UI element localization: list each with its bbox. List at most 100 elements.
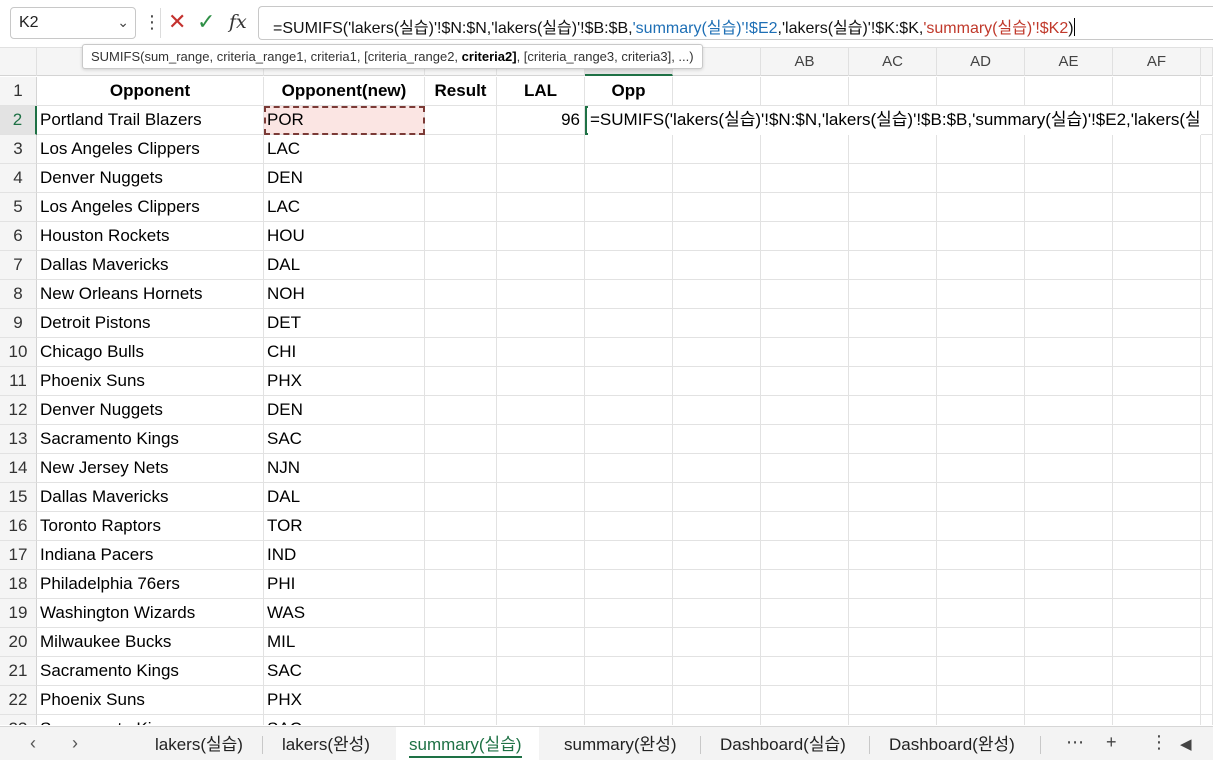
sheet-tab[interactable]: Dashboard(완성)	[889, 727, 1015, 760]
sheet-tab[interactable]: Dashboard(실습)	[720, 727, 846, 760]
cell-opponent[interactable]: Portland Trail Blazers	[37, 106, 264, 135]
cell-result[interactable]	[425, 396, 497, 425]
cell[interactable]	[761, 425, 849, 454]
cell-lal[interactable]	[497, 599, 585, 628]
cell-result[interactable]	[425, 686, 497, 715]
cell[interactable]	[1113, 280, 1201, 309]
column-header[interactable]	[1201, 48, 1213, 76]
cell[interactable]	[1113, 541, 1201, 570]
cell-opponent-new[interactable]: PHX	[264, 367, 425, 396]
cell[interactable]	[1201, 657, 1213, 686]
cell-result[interactable]	[425, 483, 497, 512]
row-number[interactable]: 7	[0, 251, 37, 280]
column-header-ae[interactable]: AE	[1025, 48, 1113, 76]
cell[interactable]	[849, 454, 937, 483]
cell-opp[interactable]	[585, 396, 673, 425]
cell-opponent-new[interactable]: NOH	[264, 280, 425, 309]
cell-opponent-new[interactable]: DEN	[264, 164, 425, 193]
cell[interactable]	[937, 483, 1025, 512]
cell[interactable]	[849, 599, 937, 628]
cell[interactable]	[1201, 193, 1213, 222]
cell[interactable]	[761, 135, 849, 164]
cell-opponent[interactable]: Sacramento Kings	[37, 657, 264, 686]
cell-opp[interactable]	[585, 425, 673, 454]
cell-result[interactable]	[425, 599, 497, 628]
cell[interactable]	[1201, 222, 1213, 251]
row-number[interactable]: 21	[0, 657, 37, 686]
row-number[interactable]: 1	[0, 77, 37, 106]
cell[interactable]	[1025, 309, 1113, 338]
cell-result[interactable]	[425, 628, 497, 657]
cell-lal[interactable]	[497, 715, 585, 725]
cell-opp[interactable]	[585, 193, 673, 222]
cell-opp[interactable]	[585, 309, 673, 338]
cell[interactable]	[1201, 454, 1213, 483]
header-result[interactable]: Result	[425, 77, 497, 106]
cell[interactable]	[1201, 396, 1213, 425]
add-sheet-icon[interactable]: +	[1106, 732, 1117, 753]
cell[interactable]	[1201, 164, 1213, 193]
cell-result[interactable]	[425, 193, 497, 222]
cell-lal[interactable]	[497, 425, 585, 454]
cell[interactable]	[849, 512, 937, 541]
cell[interactable]	[849, 425, 937, 454]
sheet-tab[interactable]: summary(완성)	[564, 727, 677, 760]
cell-result[interactable]	[425, 715, 497, 725]
cell[interactable]	[673, 338, 761, 367]
cell-opponent[interactable]: Toronto Raptors	[37, 512, 264, 541]
cell[interactable]	[849, 570, 937, 599]
cell-lal[interactable]	[497, 367, 585, 396]
cell-lal[interactable]	[497, 686, 585, 715]
cell-opp[interactable]	[585, 686, 673, 715]
sheet-tab[interactable]: lakers(실습)	[155, 727, 243, 760]
cell[interactable]	[1113, 628, 1201, 657]
cell[interactable]	[849, 541, 937, 570]
cell[interactable]	[1201, 106, 1213, 135]
cell-result[interactable]	[425, 135, 497, 164]
cell[interactable]	[849, 483, 937, 512]
cell-result[interactable]	[425, 251, 497, 280]
cell-opponent[interactable]: Chicago Bulls	[37, 338, 264, 367]
row-number[interactable]: 17	[0, 541, 37, 570]
cell-lal[interactable]	[497, 222, 585, 251]
cell[interactable]	[1113, 715, 1201, 725]
header-opp[interactable]: Opp	[585, 77, 673, 106]
cell[interactable]	[1113, 512, 1201, 541]
cell-opponent[interactable]: Dallas Mavericks	[37, 251, 264, 280]
cell-result[interactable]	[425, 106, 497, 135]
cell-result[interactable]	[425, 309, 497, 338]
cell-lal[interactable]	[497, 483, 585, 512]
cell[interactable]	[1201, 715, 1213, 725]
row-number[interactable]: 5	[0, 193, 37, 222]
cell-opponent[interactable]: Los Angeles Clippers	[37, 135, 264, 164]
cell[interactable]	[1025, 570, 1113, 599]
cell[interactable]	[761, 193, 849, 222]
cell-lal[interactable]	[497, 251, 585, 280]
cell[interactable]	[937, 280, 1025, 309]
cell[interactable]	[1025, 367, 1113, 396]
cell[interactable]	[937, 77, 1025, 106]
cell[interactable]	[1201, 367, 1213, 396]
chevron-left-icon[interactable]: ‹	[30, 733, 36, 754]
cell[interactable]	[673, 628, 761, 657]
cell-opponent[interactable]: Denver Nuggets	[37, 164, 264, 193]
cell[interactable]	[849, 309, 937, 338]
cell[interactable]	[1201, 77, 1213, 106]
row-number[interactable]: 4	[0, 164, 37, 193]
cell-opponent[interactable]: Washington Wizards	[37, 599, 264, 628]
cell[interactable]	[1201, 512, 1213, 541]
cell[interactable]	[761, 570, 849, 599]
cell[interactable]	[1025, 686, 1113, 715]
cell-lal[interactable]	[497, 570, 585, 599]
cell[interactable]	[1201, 483, 1213, 512]
cell[interactable]	[673, 396, 761, 425]
cell[interactable]	[673, 512, 761, 541]
header-opponent[interactable]: Opponent	[37, 77, 264, 106]
cell-opponent-new[interactable]: HOU	[264, 222, 425, 251]
cell-lal[interactable]: 96	[497, 106, 585, 135]
cell[interactable]	[1025, 251, 1113, 280]
row-number[interactable]: 8	[0, 280, 37, 309]
cell-opponent[interactable]: Philadelphia 76ers	[37, 570, 264, 599]
cell-opp[interactable]	[585, 338, 673, 367]
row-number[interactable]: 20	[0, 628, 37, 657]
